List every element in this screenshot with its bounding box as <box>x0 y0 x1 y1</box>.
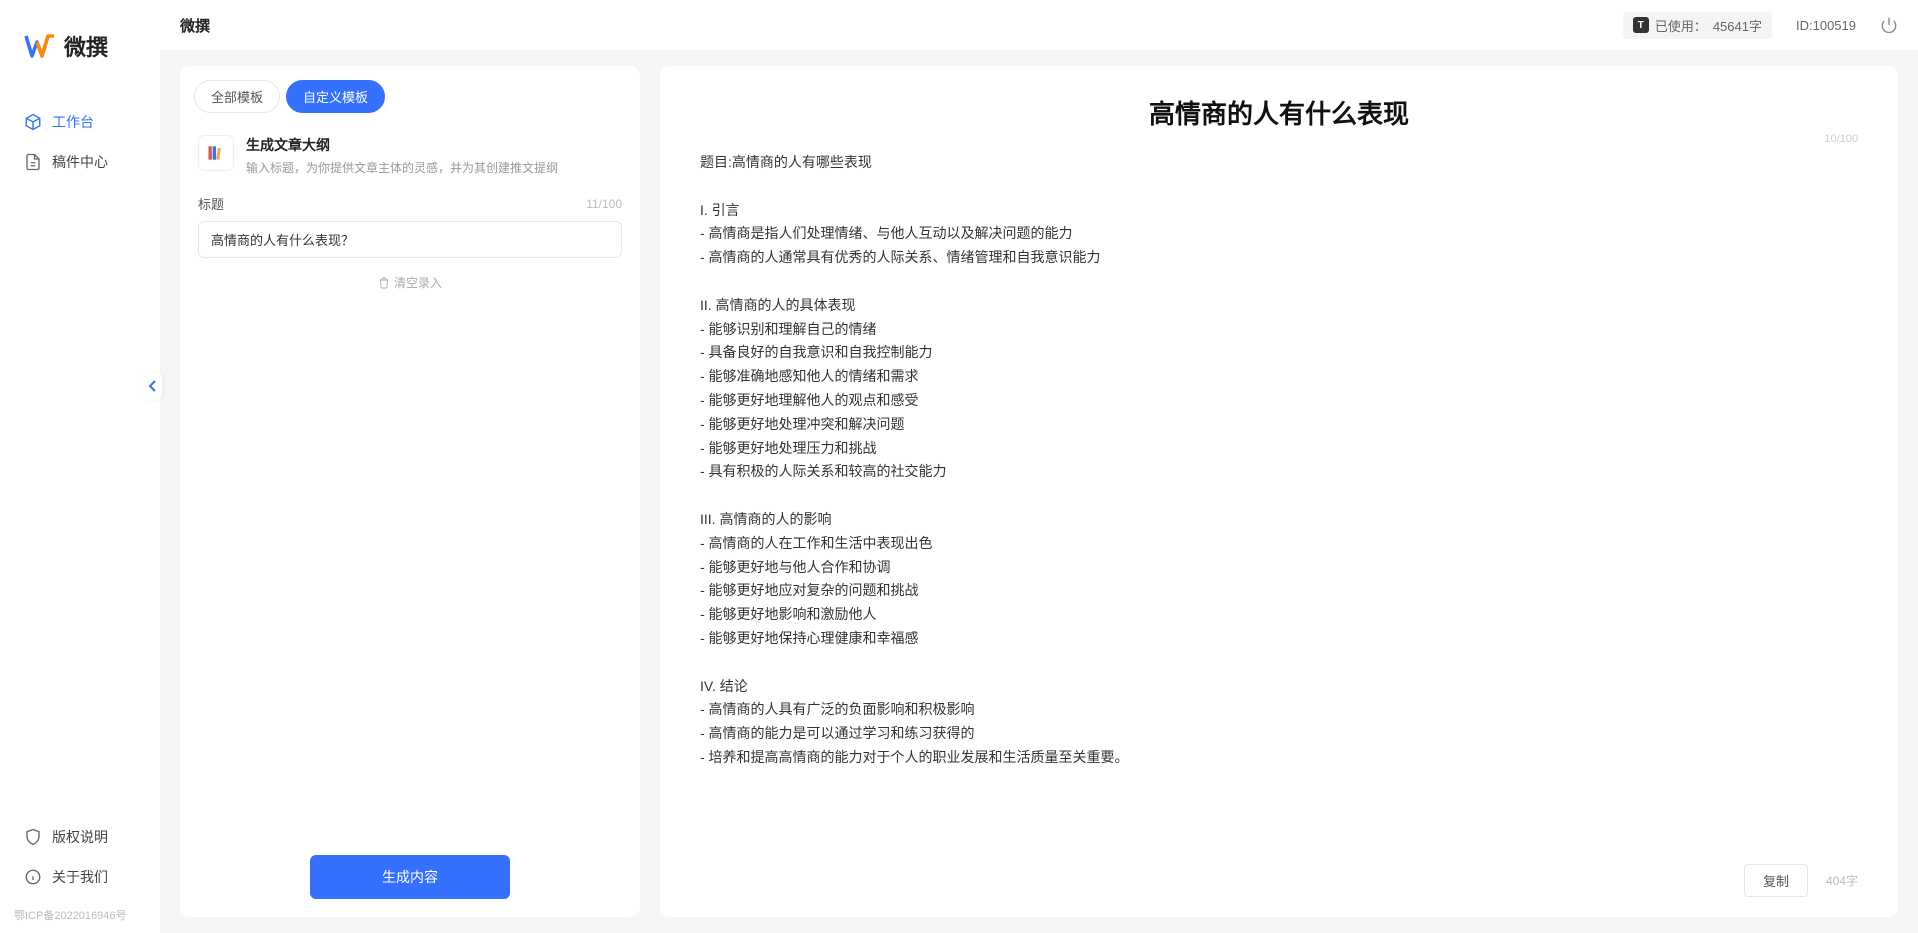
generate-button[interactable]: 生成内容 <box>310 855 510 899</box>
sidebar-item-drafts[interactable]: 稿件中心 <box>10 142 150 182</box>
trash-icon <box>378 277 390 289</box>
right-footer: 复制 404字 <box>660 850 1898 917</box>
page-title: 微撰 <box>180 15 210 36</box>
tab-custom-templates[interactable]: 自定义模板 <box>286 80 385 113</box>
tab-all-templates[interactable]: 全部模板 <box>194 80 280 113</box>
content-area: 全部模板 自定义模板 生成文章大纲 输入标题，为你提供文章主体的灵感，并为其创建… <box>160 50 1918 933</box>
output-title-count: 10/100 <box>1824 133 1858 145</box>
output-char-count: 404字 <box>1826 872 1858 889</box>
logo-icon <box>24 30 56 62</box>
info-icon <box>24 868 42 886</box>
logout-button[interactable] <box>1880 16 1898 34</box>
template-title: 生成文章大纲 <box>246 135 558 155</box>
sidebar-collapse-handle[interactable] <box>144 372 162 400</box>
sidebar-item-label: 工作台 <box>52 112 94 132</box>
sidebar-item-label: 版权说明 <box>52 827 108 847</box>
left-panel: 全部模板 自定义模板 生成文章大纲 输入标题，为你提供文章主体的灵感，并为其创建… <box>180 66 640 917</box>
shield-icon <box>24 828 42 846</box>
template-tabs: 全部模板 自定义模板 <box>180 66 640 121</box>
output-title-wrap: 高情商的人有什么表现 10/100 <box>700 94 1858 131</box>
user-id: ID:100519 <box>1796 18 1856 33</box>
power-icon <box>1880 16 1898 34</box>
usage-label: 已使用： <box>1655 16 1707 35</box>
template-desc: 输入标题，为你提供文章主体的灵感，并为其创建推文提纲 <box>246 159 558 176</box>
sidebar-item-label: 关于我们 <box>52 867 108 887</box>
brand-logo: 微撰 <box>0 30 160 102</box>
brand-name: 微撰 <box>64 30 108 62</box>
sidebar-item-copyright[interactable]: 版权说明 <box>10 817 150 857</box>
main: 微撰 T 已使用： 45641字 ID:100519 全部模板 自定 <box>160 0 1918 933</box>
left-footer: 生成内容 <box>180 837 640 917</box>
topbar-right: T 已使用： 45641字 ID:100519 <box>1623 12 1898 39</box>
usage-badge: T 已使用： 45641字 <box>1623 12 1772 39</box>
sidebar-item-about[interactable]: 关于我们 <box>10 857 150 897</box>
doc-icon <box>24 153 42 171</box>
sidebar-item-label: 稿件中心 <box>52 152 108 172</box>
text-count-icon: T <box>1633 17 1649 33</box>
copy-button[interactable]: 复制 <box>1744 864 1808 897</box>
field-label: 标题 <box>198 194 224 213</box>
nav-bottom: 版权说明 关于我们 <box>0 817 160 907</box>
right-body: 高情商的人有什么表现 10/100 题目:高情商的人有哪些表现 I. 引言 - … <box>660 66 1898 850</box>
title-input[interactable] <box>198 221 622 258</box>
sidebar: 微撰 工作台 稿件中心 版权说明 <box>0 0 160 933</box>
template-books-icon <box>198 135 234 171</box>
cube-icon <box>24 113 42 131</box>
icp-text: 鄂ICP备2022016946号 <box>0 907 160 933</box>
sidebar-item-workbench[interactable]: 工作台 <box>10 102 150 142</box>
clear-input-button[interactable]: 清空录入 <box>198 258 622 307</box>
nav-main: 工作台 稿件中心 <box>0 102 160 817</box>
usage-value: 45641字 <box>1713 16 1762 35</box>
output-text: 题目:高情商的人有哪些表现 I. 引言 - 高情商是指人们处理情绪、与他人互动以… <box>700 151 1858 770</box>
form-section: 标题 11/100 清空录入 <box>180 194 640 307</box>
field-count: 11/100 <box>586 197 622 211</box>
topbar: 微撰 T 已使用： 45641字 ID:100519 <box>160 0 1918 50</box>
output-title: 高情商的人有什么表现 <box>700 94 1858 131</box>
right-panel: 高情商的人有什么表现 10/100 题目:高情商的人有哪些表现 I. 引言 - … <box>660 66 1898 917</box>
template-card: 生成文章大纲 输入标题，为你提供文章主体的灵感，并为其创建推文提纲 <box>180 121 640 194</box>
template-meta: 生成文章大纲 输入标题，为你提供文章主体的灵感，并为其创建推文提纲 <box>246 135 558 176</box>
field-label-row: 标题 11/100 <box>198 194 622 213</box>
